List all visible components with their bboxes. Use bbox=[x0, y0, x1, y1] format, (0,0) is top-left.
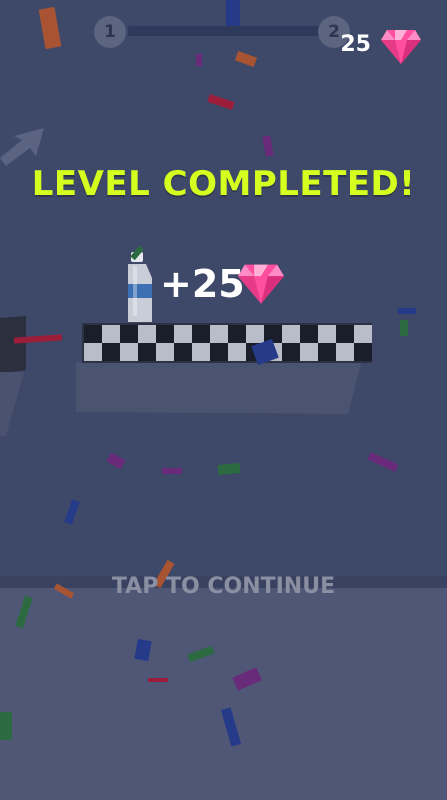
gem-count: 25 bbox=[340, 32, 371, 57]
checker-tile bbox=[300, 325, 318, 343]
checker-tile bbox=[102, 343, 120, 361]
reward-amount: +25 bbox=[160, 262, 245, 306]
checker-tile bbox=[192, 343, 210, 361]
checker-tile bbox=[354, 343, 372, 361]
current-level-badge: 1 bbox=[94, 16, 126, 48]
level-completed-title: LEVEL COMPLETED! bbox=[31, 164, 416, 204]
checker-tile bbox=[282, 325, 300, 343]
checker-tile bbox=[192, 325, 210, 343]
checker-tile bbox=[210, 343, 228, 361]
checker-tile bbox=[120, 343, 138, 361]
checker-tile bbox=[138, 325, 156, 343]
checker-tile bbox=[102, 325, 120, 343]
checker-tile bbox=[354, 325, 372, 343]
checker-tile bbox=[264, 325, 282, 343]
level-progress-bar bbox=[128, 26, 320, 36]
checker-tile bbox=[120, 325, 138, 343]
checker-tile bbox=[210, 325, 228, 343]
checkered-finish-line bbox=[84, 325, 372, 361]
pink-gem-icon bbox=[381, 30, 421, 64]
pink-gem-icon bbox=[238, 264, 284, 304]
direction-arrow-icon bbox=[0, 128, 44, 166]
checker-tile bbox=[174, 325, 192, 343]
checker-tile bbox=[228, 325, 246, 343]
checker-tile bbox=[156, 343, 174, 361]
checker-tile bbox=[228, 343, 246, 361]
game-scene[interactable] bbox=[0, 0, 447, 800]
checker-tile bbox=[336, 343, 354, 361]
checker-tile bbox=[156, 325, 174, 343]
checker-tile bbox=[84, 325, 102, 343]
platform-shadow bbox=[76, 360, 362, 414]
left-ledge-shadow bbox=[0, 372, 24, 436]
tap-to-continue-button[interactable]: TAP TO CONTINUE bbox=[0, 574, 447, 599]
checker-tile bbox=[174, 343, 192, 361]
checker-tile bbox=[138, 343, 156, 361]
checker-tile bbox=[318, 343, 336, 361]
checker-tile bbox=[300, 343, 318, 361]
checker-tile bbox=[246, 325, 264, 343]
checker-tile bbox=[84, 343, 102, 361]
checker-tile bbox=[318, 325, 336, 343]
checker-tile bbox=[282, 343, 300, 361]
left-ledge bbox=[0, 316, 26, 380]
water-bottle bbox=[128, 252, 152, 322]
floor bbox=[0, 586, 447, 800]
checker-tile bbox=[336, 325, 354, 343]
